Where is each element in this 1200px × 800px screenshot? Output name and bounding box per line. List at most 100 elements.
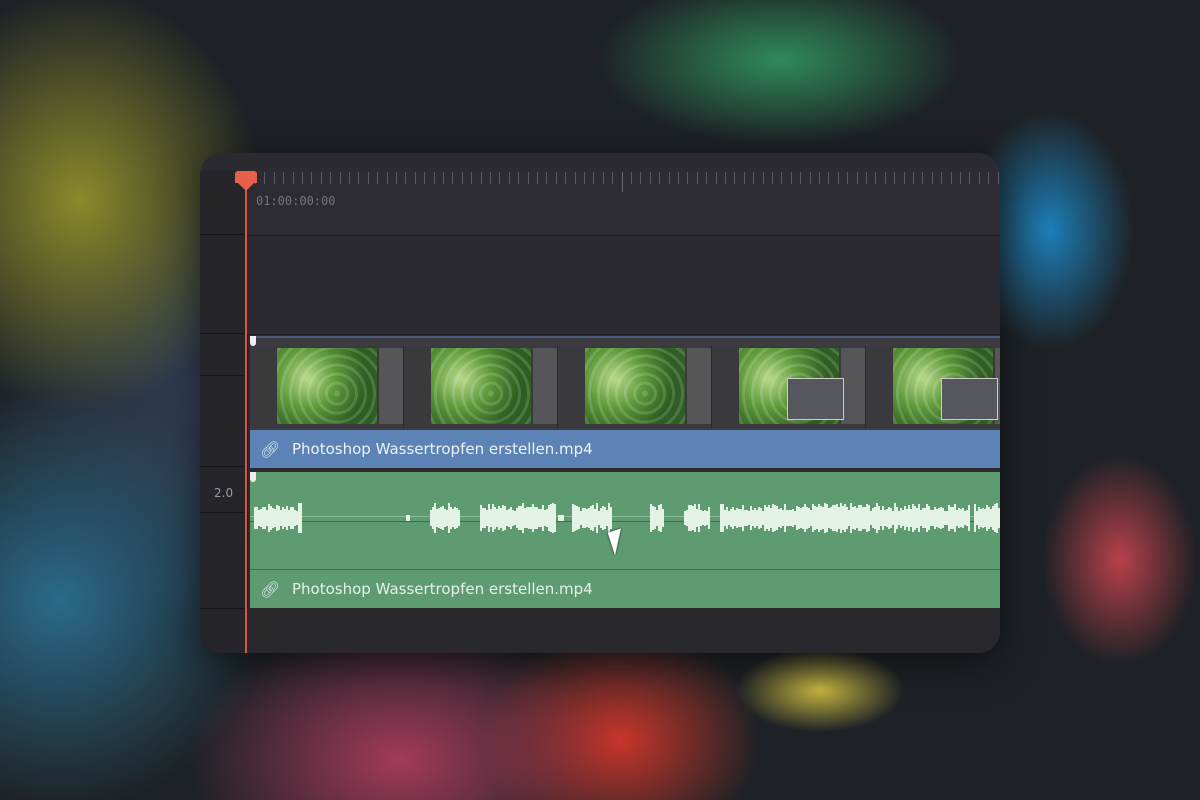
ruler-tick bbox=[396, 172, 397, 184]
waveform-bar bbox=[554, 503, 556, 533]
ruler-tick bbox=[424, 172, 426, 184]
ruler-tick bbox=[631, 172, 632, 184]
ruler-tick bbox=[800, 172, 802, 184]
ruler-tick bbox=[743, 172, 745, 184]
ruler-tick bbox=[696, 172, 698, 184]
ruler-tick bbox=[668, 172, 670, 184]
timeline-ruler[interactable]: 01:00:00:00 bbox=[247, 170, 1000, 236]
ruler-tick bbox=[687, 172, 689, 184]
ruler-tick bbox=[518, 172, 520, 184]
timeline-panel: 01:00:00:00 🔗︎ Photoshop Wassertropfen e… bbox=[200, 153, 1000, 653]
ruler-tick bbox=[866, 172, 867, 184]
ruler-tick bbox=[443, 172, 444, 184]
ruler-tick bbox=[790, 172, 792, 184]
ruler-tick bbox=[847, 172, 849, 184]
ruler-tick bbox=[678, 172, 679, 184]
ruler-tick bbox=[988, 172, 990, 184]
ruler-tick bbox=[555, 172, 557, 184]
ruler-tick bbox=[649, 172, 651, 184]
ruler-tick bbox=[584, 172, 585, 184]
ruler-tick bbox=[884, 172, 886, 184]
ruler-tick bbox=[772, 172, 773, 184]
ruler-tick bbox=[969, 172, 971, 184]
ruler-tick bbox=[414, 172, 416, 184]
ruler-tick bbox=[922, 172, 924, 184]
waveform-bar bbox=[610, 507, 612, 529]
ruler-tick bbox=[781, 172, 783, 184]
clip-thumbnails bbox=[250, 346, 1000, 428]
thumbnail bbox=[866, 346, 1000, 428]
audio-clip-label-bar: 🔗︎ Photoshop Wassertropfen erstellen.mp4 bbox=[250, 569, 1000, 608]
ruler-tick bbox=[602, 172, 604, 184]
ruler-tick bbox=[480, 172, 482, 184]
clip-start-marker bbox=[250, 336, 256, 346]
ruler-tick bbox=[706, 172, 708, 184]
thumbnail bbox=[250, 346, 404, 428]
ruler-tick bbox=[433, 172, 435, 184]
ruler-tick bbox=[377, 172, 379, 184]
waveform-bar bbox=[458, 509, 460, 527]
playhead-handle[interactable] bbox=[235, 171, 257, 191]
ruler-tick bbox=[292, 172, 294, 184]
ruler-tick bbox=[960, 172, 961, 184]
ruler-tick bbox=[358, 172, 360, 184]
ruler-tick bbox=[273, 172, 275, 184]
ruler-tick bbox=[715, 172, 717, 184]
ruler-tick bbox=[311, 172, 313, 184]
ruler-tick bbox=[725, 172, 726, 184]
link-icon: 🔗︎ bbox=[260, 579, 281, 599]
video-clip-name: Photoshop Wassertropfen erstellen.mp4 bbox=[292, 440, 593, 458]
ruler-tick bbox=[330, 172, 332, 184]
waveform-bar bbox=[998, 507, 1000, 529]
ruler-tick bbox=[593, 172, 595, 184]
ruler-tick bbox=[574, 172, 576, 184]
audio-clip-name: Photoshop Wassertropfen erstellen.mp4 bbox=[292, 580, 593, 598]
ruler-tick bbox=[640, 172, 642, 184]
ruler-tick bbox=[997, 172, 999, 184]
thumbnail bbox=[558, 346, 712, 428]
ruler-tick bbox=[894, 172, 896, 184]
empty-track-area bbox=[247, 608, 1000, 653]
track-header-column bbox=[200, 171, 248, 653]
waveform-bar bbox=[708, 506, 710, 530]
ruler-tick bbox=[367, 172, 369, 184]
ruler-tick bbox=[405, 172, 407, 184]
ruler-tick bbox=[809, 172, 811, 184]
ruler-tick bbox=[612, 172, 614, 184]
ruler-tick bbox=[527, 172, 529, 184]
video-clip-label-bar: 🔗︎ Photoshop Wassertropfen erstellen.mp4 bbox=[250, 430, 1000, 468]
clip-start-marker bbox=[250, 472, 256, 482]
ruler-tick bbox=[499, 172, 501, 184]
audio-clip[interactable]: 🔗︎ Photoshop Wassertropfen erstellen.mp4 bbox=[250, 472, 1000, 608]
ruler-tick bbox=[621, 172, 623, 192]
ruler-tick bbox=[903, 172, 905, 184]
ruler-tick bbox=[837, 172, 839, 184]
ruler-tick bbox=[913, 172, 914, 184]
ruler-tick bbox=[339, 172, 341, 184]
ruler-tick bbox=[490, 172, 491, 184]
waveform-bar bbox=[562, 515, 564, 521]
waveform-bar bbox=[968, 505, 970, 531]
ruler-tick bbox=[950, 172, 952, 184]
empty-video-track[interactable] bbox=[247, 236, 1000, 335]
video-clip[interactable]: 🔗︎ Photoshop Wassertropfen erstellen.mp4 bbox=[250, 336, 1000, 468]
ruler-tick bbox=[302, 172, 303, 184]
ruler-tick bbox=[461, 172, 463, 184]
ruler-tick bbox=[546, 172, 548, 184]
link-icon: 🔗︎ bbox=[260, 439, 281, 459]
playhead-line[interactable] bbox=[245, 178, 247, 653]
ruler-tick bbox=[819, 172, 820, 184]
ruler-tick bbox=[828, 172, 830, 184]
ruler-tick bbox=[471, 172, 473, 184]
ruler-tick bbox=[856, 172, 858, 184]
ruler-tick bbox=[452, 172, 454, 184]
ruler-tick bbox=[565, 172, 567, 184]
ruler-tick bbox=[320, 172, 322, 184]
ruler-tick bbox=[537, 172, 538, 184]
ruler-tick bbox=[941, 172, 943, 184]
ruler-tick bbox=[508, 172, 510, 184]
timecode-label: 01:00:00:00 bbox=[256, 194, 336, 208]
thumbnail bbox=[404, 346, 558, 428]
ruler-tick bbox=[753, 172, 755, 184]
thumbnail bbox=[712, 346, 866, 428]
